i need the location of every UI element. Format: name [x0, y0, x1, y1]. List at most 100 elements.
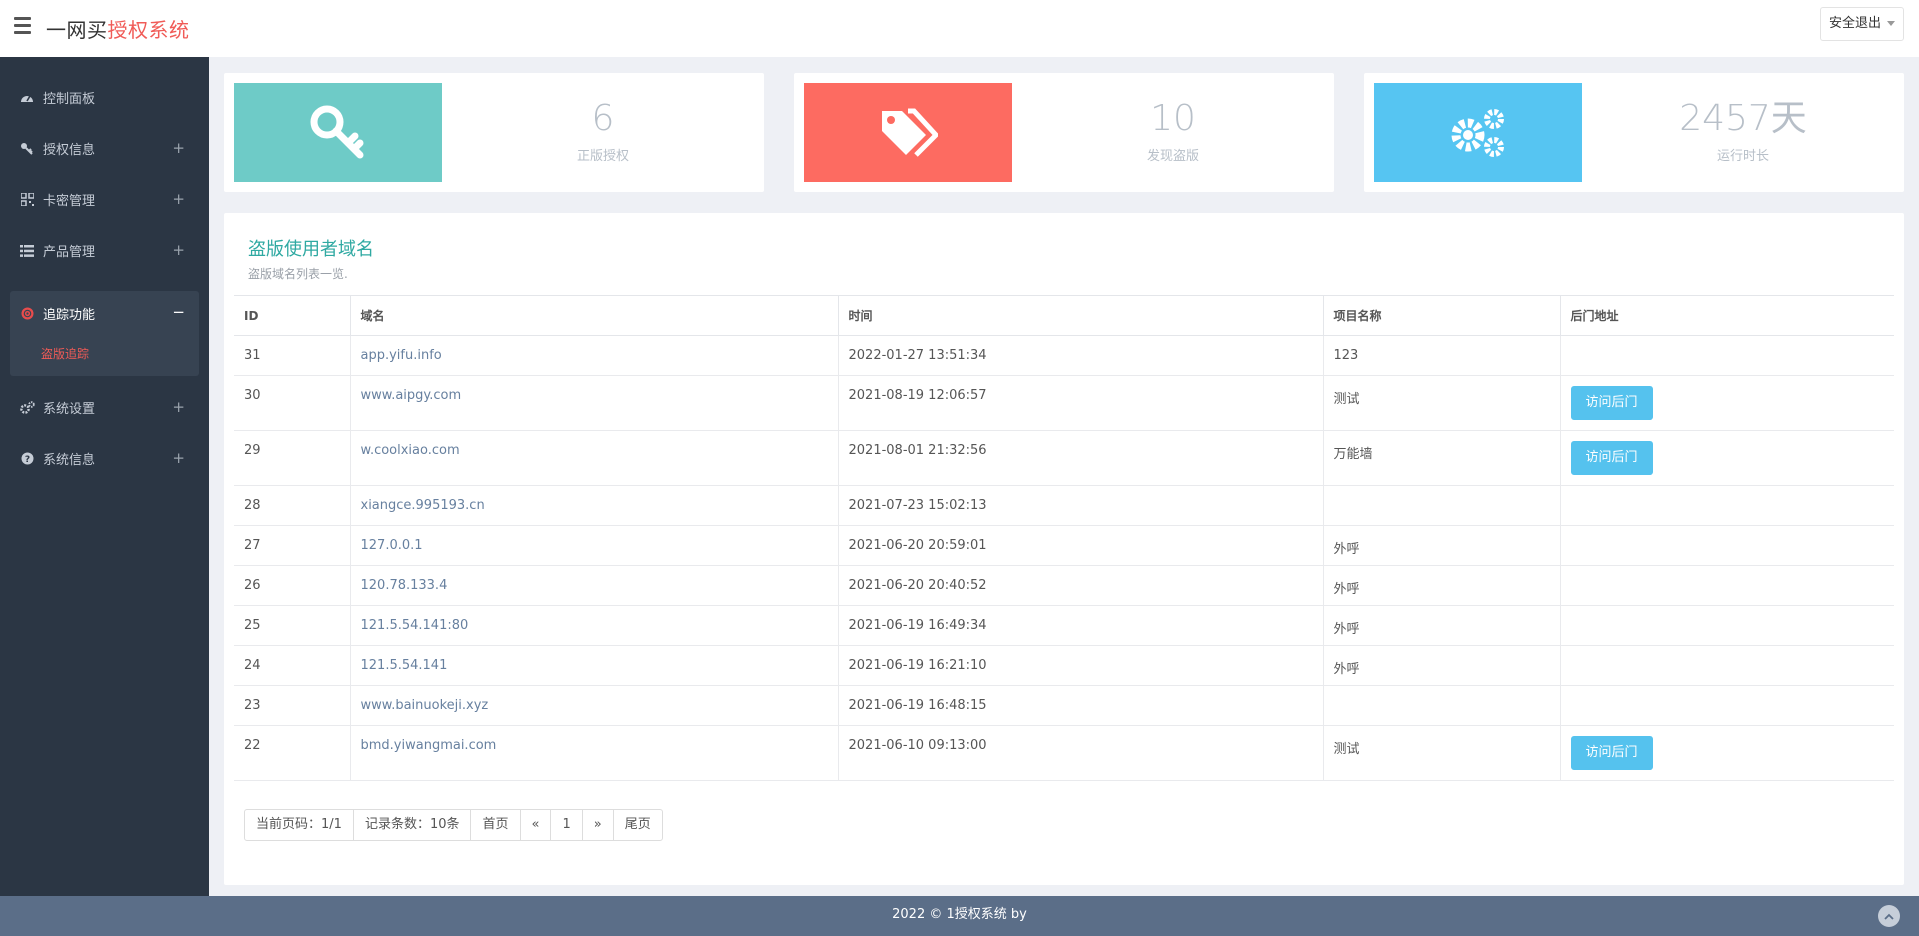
pager-current: 当前页码：1/1	[245, 810, 354, 840]
gears-icon	[1451, 108, 1504, 157]
cell-id: 23	[234, 685, 351, 726]
table-row: 31 app.yifu.info 2022-01-27 13:51:34 123	[234, 335, 1894, 376]
cell-time: 2021-06-19 16:21:10	[838, 645, 1324, 686]
cell-id: 30	[234, 375, 351, 431]
cell-time: 2021-07-23 15:02:13	[838, 485, 1324, 526]
cell-backdoor	[1560, 335, 1894, 376]
table-row: 26 120.78.133.4 2021-06-20 20:40:52 外呼	[234, 565, 1894, 606]
cell-domain: 121.5.54.141	[350, 645, 839, 686]
stat-value: 6	[591, 98, 615, 139]
visit-backdoor-button[interactable]: 访问后门	[1570, 736, 1653, 770]
sidebar-item-label: 控制面板	[43, 92, 96, 107]
visit-backdoor-button[interactable]: 访问后门	[1570, 386, 1653, 420]
footer: 2022 © 1授权系统 by	[0, 896, 1919, 936]
cell-project: 123	[1323, 335, 1561, 376]
cell-domain: 127.0.0.1	[350, 525, 839, 566]
pager-first[interactable]: 首页	[471, 810, 521, 840]
cell-domain: www.bainuokeji.xyz	[350, 685, 839, 726]
table-row: 27 127.0.0.1 2021-06-20 20:59:01 外呼	[234, 525, 1894, 566]
table-row: 25 121.5.54.141:80 2021-06-19 16:49:34 外呼	[234, 605, 1894, 646]
key-icon	[310, 105, 364, 158]
question-circle-icon: ?	[19, 451, 35, 467]
logout-button[interactable]: 安全退出	[1819, 7, 1904, 41]
gears-icon	[19, 400, 35, 416]
pager-page[interactable]: 1	[551, 810, 583, 840]
menu-toggle-icon[interactable]	[14, 17, 32, 39]
column-header: 后门地址	[1560, 295, 1894, 336]
brand-title[interactable]: 一网买授权系统	[46, 14, 190, 43]
pager-prev[interactable]: «	[521, 810, 552, 840]
column-header: 项目名称	[1323, 295, 1561, 336]
cell-backdoor	[1560, 565, 1894, 606]
sidebar-item-settings[interactable]: 系统设置 +	[0, 382, 209, 433]
stat-label: 运行时长	[1716, 149, 1769, 164]
cell-backdoor	[1560, 605, 1894, 646]
stat-label: 发现盗版	[1146, 149, 1199, 164]
table-row: 29 w.coolxiao.com 2021-08-01 21:32:56 万能墙 访问…	[234, 430, 1894, 486]
pager-next[interactable]: »	[583, 810, 614, 840]
sidebar-subitem-piracy-tracking[interactable]: 盗版追踪	[10, 336, 199, 376]
cell-backdoor	[1560, 525, 1894, 566]
cell-id: 25	[234, 605, 351, 646]
cell-project: 外呼	[1323, 645, 1561, 686]
cell-id: 27	[234, 525, 351, 566]
caret-down-icon	[1887, 21, 1895, 26]
expand-icon[interactable]: +	[172, 139, 185, 157]
table-row: 23 www.bainuokeji.xyz 2021-06-19 16:48:15	[234, 685, 1894, 726]
pager-records: 记录条数：10条	[354, 810, 472, 840]
cell-backdoor	[1560, 485, 1894, 526]
cell-project: 外呼	[1323, 565, 1561, 606]
collapse-icon[interactable]: −	[172, 303, 185, 321]
chevron-up-icon	[1884, 913, 1894, 920]
cell-time: 2021-06-20 20:59:01	[838, 525, 1324, 566]
cell-domain: www.aipgy.com	[350, 375, 839, 431]
cell-backdoor	[1560, 645, 1894, 686]
column-header: 域名	[350, 295, 839, 336]
cell-backdoor: 访问后门	[1560, 375, 1894, 431]
sidebar-item-tracking[interactable]: 追踪功能 −	[10, 291, 199, 336]
stat-card-uptime: 2457天 运行时长	[1364, 73, 1904, 192]
cell-domain: xiangce.995193.cn	[350, 485, 839, 526]
cell-domain: bmd.yiwangmai.com	[350, 725, 839, 781]
panel-title: 盗版使用者域名	[248, 239, 374, 260]
sidebar-item-license[interactable]: 授权信息 +	[0, 123, 209, 174]
tags-icon	[882, 108, 938, 157]
cell-project: 外呼	[1323, 525, 1561, 566]
sidebar-item-sysinfo[interactable]: ? 系统信息 +	[0, 433, 209, 484]
cell-project: 外呼	[1323, 605, 1561, 646]
cell-project	[1323, 685, 1561, 726]
cell-time: 2021-06-20 20:40:52	[838, 565, 1324, 606]
stat-tile	[804, 83, 1012, 182]
cell-id: 22	[234, 725, 351, 781]
sidebar-item-products[interactable]: 产品管理 +	[0, 225, 209, 276]
column-header: 时间	[838, 295, 1324, 336]
expand-icon[interactable]: +	[172, 241, 185, 259]
expand-icon[interactable]: +	[172, 398, 185, 416]
sidebar-item-label: 追踪功能	[43, 308, 96, 323]
stat-tile	[1374, 83, 1582, 182]
cell-domain: w.coolxiao.com	[350, 430, 839, 486]
brand-main: 一网买	[46, 18, 108, 42]
table-header-row: ID 域名 时间 项目名称 后门地址	[234, 295, 1894, 336]
cell-time: 2021-08-19 12:06:57	[838, 375, 1324, 431]
expand-icon[interactable]: +	[172, 190, 185, 208]
expand-icon[interactable]: +	[172, 449, 185, 467]
target-icon	[19, 306, 35, 322]
cell-time: 2021-08-01 21:32:56	[838, 430, 1324, 486]
cell-project	[1323, 485, 1561, 526]
sidebar-item-label: 产品管理	[43, 245, 96, 260]
sidebar-item-cards[interactable]: 卡密管理 +	[0, 174, 209, 225]
cell-backdoor	[1560, 685, 1894, 726]
visit-backdoor-button[interactable]: 访问后门	[1570, 441, 1653, 475]
qrcode-icon	[19, 192, 35, 208]
pager-last[interactable]: 尾页	[614, 810, 662, 840]
back-to-top-button[interactable]	[1878, 905, 1900, 927]
stat-tile	[234, 83, 442, 182]
table-row: 24 121.5.54.141 2021-06-19 16:21:10 外呼	[234, 645, 1894, 686]
column-header: ID	[234, 295, 351, 336]
sidebar-item-dashboard[interactable]: 控制面板	[0, 72, 209, 123]
cell-domain: app.yifu.info	[350, 335, 839, 376]
sidebar-item-label: 系统设置	[43, 402, 96, 417]
cell-id: 31	[234, 335, 351, 376]
stat-value: 10	[1150, 98, 1196, 139]
